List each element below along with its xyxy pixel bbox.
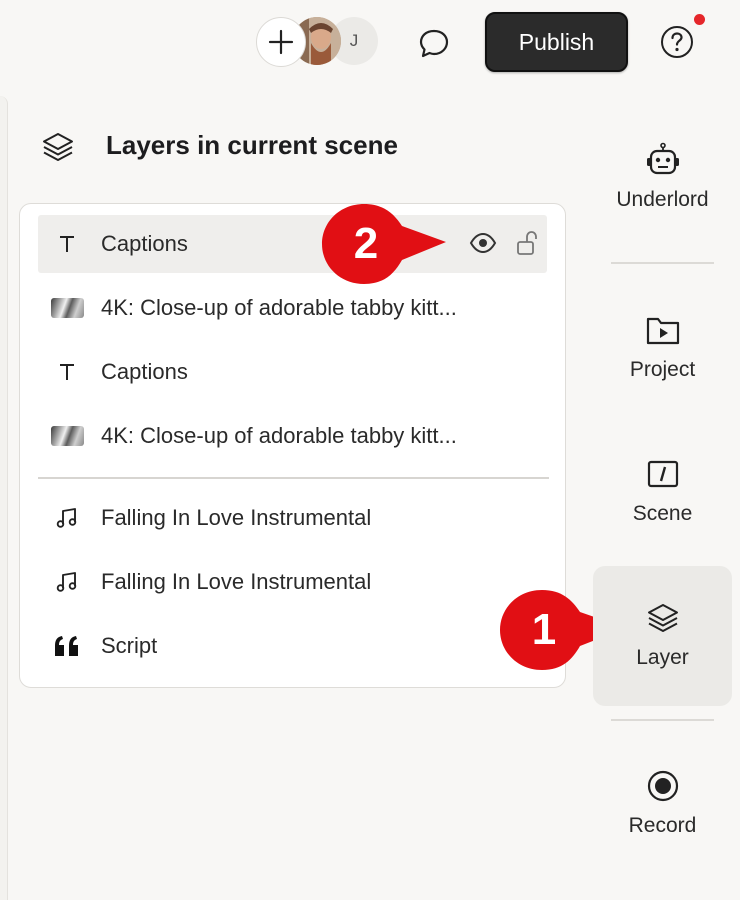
layer-label: 4K: Close-up of adorable tabby kitt... (101, 423, 457, 448)
notification-dot (694, 14, 705, 25)
panel-title: Layers in current scene (106, 130, 398, 160)
layers-list: Captions 4K: Close-up of adorable tabby … (19, 203, 566, 688)
question-icon (661, 26, 693, 58)
video-thumbnail-icon (38, 279, 96, 337)
scene-slash-icon (643, 454, 683, 494)
quote-icon (38, 617, 96, 675)
layer-row-video-1[interactable]: 4K: Close-up of adorable tabby kitt... (38, 279, 547, 337)
lock-open-icon[interactable] (515, 229, 539, 262)
sidebar-item-layer[interactable]: Layer (593, 566, 732, 706)
sidebar-divider (611, 719, 714, 721)
layer-row-captions-1[interactable]: Captions (38, 215, 547, 273)
callout-2-number: 2 (353, 219, 379, 268)
publish-button[interactable]: Publish (485, 12, 628, 72)
sidebar-item-record[interactable]: Record (593, 766, 732, 838)
layer-label: Script (101, 633, 158, 658)
layer-label: Captions (101, 231, 188, 256)
sidebar-item-scene[interactable]: Scene (593, 454, 732, 526)
layer-row-captions-2[interactable]: Captions (38, 343, 547, 401)
plus-icon (268, 29, 294, 55)
sidebar-label: Underlord (616, 188, 709, 211)
robot-icon (643, 140, 683, 180)
sidebar-divider (611, 262, 714, 264)
layer-label: 4K: Close-up of adorable tabby kitt... (101, 295, 457, 320)
video-thumbnail-icon (38, 407, 96, 465)
add-collaborator-button[interactable] (256, 17, 306, 67)
comment-icon (419, 29, 449, 58)
top-bar: J Publish (0, 0, 740, 86)
layer-label: Falling In Love Instrumental (101, 569, 372, 594)
sidebar-label: Record (628, 814, 697, 837)
sidebar-item-underlord[interactable]: Underlord (593, 140, 732, 212)
layer-label: Captions (101, 359, 188, 384)
layers-icon (643, 598, 683, 638)
layers-icon (40, 129, 76, 165)
callout-1-number: 1 (531, 605, 557, 654)
record-icon (643, 766, 683, 806)
callout-2: 2 (320, 202, 450, 288)
layer-row-video-2[interactable]: 4K: Close-up of adorable tabby kitt... (38, 407, 547, 465)
visibility-eye-icon[interactable] (469, 229, 497, 262)
music-note-icon (38, 489, 96, 547)
text-icon (38, 215, 96, 273)
sidebar-label: Scene (632, 502, 693, 525)
layer-row-audio-2[interactable]: Falling In Love Instrumental (38, 553, 547, 611)
layer-row-script[interactable]: Script (38, 617, 547, 675)
layer-label: Falling In Love Instrumental (101, 505, 372, 530)
folder-play-icon (643, 310, 683, 350)
panel-header (40, 128, 76, 166)
left-panel-edge (0, 96, 8, 900)
sidebar-label: Project (629, 358, 696, 381)
layer-divider (38, 477, 549, 479)
avatar-initial-label: J (349, 31, 359, 50)
text-icon (38, 343, 96, 401)
comments-button[interactable] (414, 24, 454, 62)
sidebar-item-project[interactable]: Project (593, 310, 732, 382)
help-button[interactable] (659, 24, 695, 60)
music-note-icon (38, 553, 96, 611)
sidebar-label: Layer (636, 646, 689, 669)
row-actions (469, 229, 539, 262)
layer-row-audio-1[interactable]: Falling In Love Instrumental (38, 489, 547, 547)
